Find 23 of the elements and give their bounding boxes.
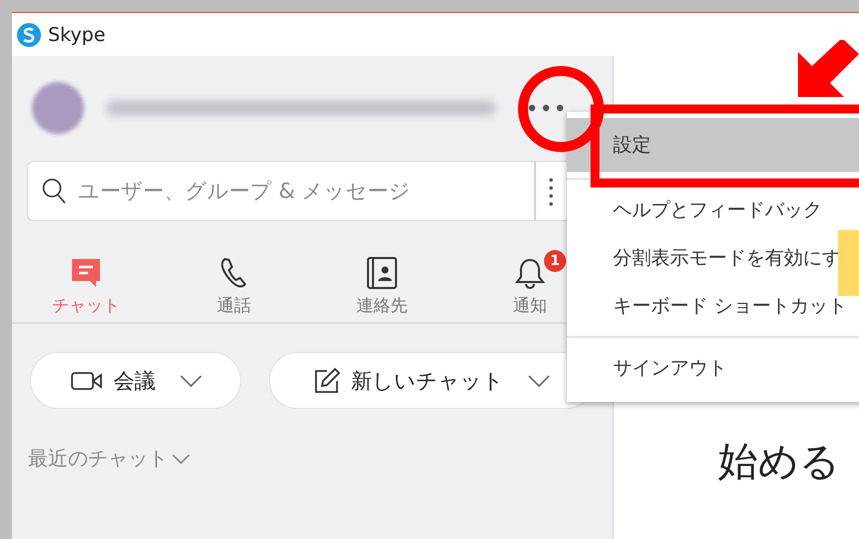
chevron-down-icon: [172, 454, 190, 464]
app-logo-icon: [16, 22, 42, 48]
menu-item[interactable]: キーボード ショートカット: [567, 282, 859, 330]
more-icon[interactable]: [528, 104, 564, 112]
search-icon: [41, 177, 67, 205]
notification-badge: 1: [544, 250, 566, 272]
chevron-down-icon: [528, 374, 550, 386]
phone-icon: [219, 256, 249, 290]
edit-icon: [313, 366, 341, 394]
nav-tab[interactable]: 連絡先: [308, 248, 456, 322]
bell-icon: [514, 256, 546, 290]
chevron-down-icon: [180, 374, 202, 386]
welcome-heading: 始める: [718, 438, 840, 487]
sticky-note: [838, 230, 859, 296]
menu-item[interactable]: ヘルプとフィードバック: [567, 186, 859, 234]
meeting-button[interactable]: 会議: [30, 352, 241, 409]
nav-tab[interactable]: 通話: [160, 248, 308, 322]
annotation-arrow: [798, 40, 859, 97]
menu-item[interactable]: 分割表示モードを有効にす: [567, 234, 859, 282]
search-field[interactable]: ユーザー、グループ & メッセージ: [27, 161, 535, 221]
menu-item[interactable]: 設定: [567, 118, 859, 172]
window-title: Skype: [48, 24, 106, 46]
contacts-icon: [365, 256, 399, 290]
